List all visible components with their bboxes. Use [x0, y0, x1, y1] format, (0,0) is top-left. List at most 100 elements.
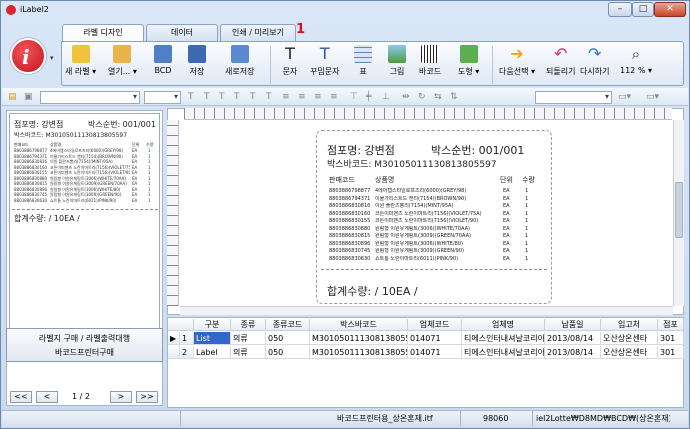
table-cell[interactable]: List [194, 332, 231, 345]
table-cell[interactable]: 301 [658, 346, 684, 359]
grid-header-cell[interactable]: 업체코드 [408, 319, 462, 331]
save-as-button[interactable]: 새로저장 [225, 45, 254, 77]
scroll-thumb[interactable] [675, 182, 683, 238]
table-cell[interactable]: 050 [266, 346, 310, 359]
strike-icon[interactable]: T [250, 91, 256, 103]
table-cell[interactable]: 2013/08/14 [545, 346, 601, 359]
table-cell[interactable]: Label [194, 346, 231, 359]
label-row-unit: EA [503, 218, 510, 224]
grid-header-cell[interactable]: 점포 [658, 319, 684, 331]
label-box-no[interactable]: 박스순번: 001/001 [431, 142, 524, 158]
label-design[interactable]: 점포명: 강변점 박스순번: 001/001 박스바코드: M301050111… [316, 130, 552, 304]
line-color-icon[interactable]: ▭▾ [646, 91, 659, 103]
mirror-icon[interactable]: ⇆ [434, 91, 442, 103]
grid-header-cell[interactable]: 박스바코드 [310, 319, 408, 331]
canvas-horizontal-scrollbar[interactable] [180, 306, 673, 315]
table-cell[interactable]: 014071 [408, 346, 462, 359]
fill-color-icon[interactable]: ▭▾ [618, 91, 631, 103]
grid-header-cell[interactable]: 업체명 [462, 319, 545, 331]
align-center-icon[interactable]: ≡ [298, 91, 306, 103]
last-page-button[interactable]: >> [136, 391, 158, 403]
table-cell[interactable]: M3010501113081380​5597 [310, 346, 408, 359]
table-cell[interactable]: 의류 [231, 332, 266, 345]
open-button[interactable]: 열기... ▾ [108, 45, 137, 77]
buy-labels-button[interactable]: 라벨지 구매 / 라벨출력대행 바코드프린터구매 [6, 328, 163, 362]
table-cell[interactable]: 오산상온센타 [601, 346, 658, 359]
font-family-select[interactable] [40, 91, 140, 104]
text-button[interactable]: T 문자 [281, 45, 299, 77]
table-cell[interactable]: 티에스인터내셔날코리아(주) [462, 346, 545, 359]
grid-header-cell[interactable]: 종류 [231, 319, 266, 331]
table-cell[interactable]: 의류 [231, 346, 266, 359]
app-menu-button[interactable]: i [10, 38, 46, 74]
image-button[interactable]: 그림 [388, 45, 406, 77]
minimize-button[interactable]: – [608, 2, 632, 17]
label-box-barcode[interactable]: 박스바코드: M3010501113081380​5597 [327, 157, 497, 170]
first-page-button[interactable]: << [10, 391, 32, 403]
grid-header-cell[interactable]: 구분 [194, 319, 231, 331]
row-number[interactable]: 2 [180, 346, 194, 359]
valign-top-icon[interactable]: ⊤ [350, 91, 358, 103]
tab-label-design[interactable]: 라벨 디자인 [62, 24, 144, 42]
next-select-button[interactable]: ➔ 다음선택 ▾ [499, 45, 535, 77]
thumbnail-preview[interactable]: 점포명: 강변점 박스순번: 001/001 박스바코드: M301050111… [9, 113, 160, 331]
valign-middle-icon[interactable]: ╪ [366, 91, 371, 103]
italic-icon[interactable]: T [219, 91, 225, 103]
new-label-button[interactable]: 새 라벨 ▾ [65, 45, 96, 77]
text-icon: T [285, 44, 295, 63]
thumb-row-unit: EA [132, 170, 138, 175]
line-style-select[interactable] [535, 91, 612, 104]
arrow-right-icon: ➔ [510, 44, 524, 63]
zoom-button[interactable]: ⌕ 112 % ▾ [620, 45, 652, 75]
table-cell[interactable]: 050 [266, 332, 310, 345]
grid-header-cell[interactable]: 납품일 [545, 319, 601, 331]
page-icon[interactable]: ▤ [8, 91, 17, 103]
table-button[interactable]: 표 [354, 45, 372, 77]
save-button[interactable]: 저장 [188, 45, 206, 77]
status-divider [180, 411, 181, 426]
bcd-button[interactable]: BCD [154, 45, 172, 75]
valign-bottom-icon[interactable]: ⊥ [382, 91, 390, 103]
bold-icon[interactable]: T [204, 91, 210, 103]
text-style-icon[interactable]: T [188, 91, 194, 103]
grid-header-cell[interactable]: 입고처 [601, 319, 658, 331]
row-number[interactable]: 1 [180, 332, 194, 345]
table-cell[interactable]: 301 [658, 332, 684, 345]
decorated-text-button[interactable]: T 꾸밈문자 [310, 45, 339, 77]
chevron-down-icon[interactable]: ▾ [50, 54, 54, 62]
underline-icon[interactable]: T [234, 91, 240, 103]
table-cell[interactable]: M3010501113081380​5597 [310, 332, 408, 345]
lock-icon[interactable]: ▣ [24, 91, 33, 103]
shape-button[interactable]: 도형 ▾ [458, 45, 479, 77]
table-cell[interactable]: 014071 [408, 332, 462, 345]
label-row-qty: 1 [525, 210, 529, 217]
tab-data[interactable]: 데이터 [146, 24, 218, 41]
rotate-icon[interactable]: ↻ [418, 91, 426, 103]
thumb-row-code: 8803886830880 [14, 175, 48, 181]
table-cell[interactable]: 티에스인터내셔날코리아(주) [462, 332, 545, 345]
tab-print-preview[interactable]: 인쇄 / 미리보기 [220, 24, 296, 41]
flip-icon[interactable]: ⇅ [450, 91, 458, 103]
thumb-row-name: 쇼트통 노란이마트리(6011)(PINK/90) [50, 197, 117, 203]
maximize-button[interactable]: □ [632, 2, 654, 17]
table-cell[interactable]: 2013/08/14 [545, 332, 601, 345]
align-justify-icon[interactable]: ≡ [330, 91, 338, 103]
label-total[interactable]: 합계수량: / 10EA / [327, 283, 418, 299]
row-indicator[interactable]: ▶ [168, 332, 180, 345]
label-store[interactable]: 점포명: 강변점 [327, 142, 395, 158]
next-page-button[interactable]: > [110, 391, 132, 403]
prev-page-button[interactable]: < [36, 391, 58, 403]
close-button[interactable]: ✕ [654, 2, 686, 17]
redo-button[interactable]: ↷ 다시하기 [580, 45, 609, 77]
spacing-icon[interactable]: ⇹ [402, 91, 410, 103]
canvas-vertical-scrollbar[interactable] [673, 120, 684, 306]
table-cell[interactable]: 오산상온센타 [601, 332, 658, 345]
align-right-icon[interactable]: ≡ [314, 91, 322, 103]
font-size-select[interactable] [144, 91, 181, 104]
grid-header-cell[interactable]: 종류코드 [266, 319, 310, 331]
row-indicator[interactable] [168, 346, 180, 359]
undo-button[interactable]: ↶ 되돌리기 [546, 45, 575, 77]
shadow-icon[interactable]: T [266, 91, 272, 103]
barcode-button[interactable]: 바코드 [419, 45, 441, 77]
align-left-icon[interactable]: ≡ [282, 91, 290, 103]
